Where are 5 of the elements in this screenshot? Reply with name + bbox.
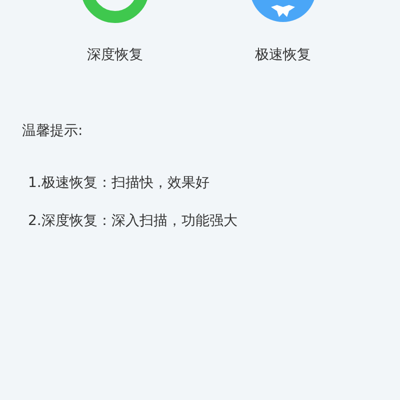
tip-text: 2.深度恢复：深入扫描，功能强大 — [28, 212, 238, 231]
tip-text: 1.极速恢复：扫描快，效果好 — [28, 174, 210, 193]
mode-label: 极速恢复 — [255, 46, 311, 65]
tips-title: 温馨提示: — [22, 122, 84, 141]
mode-label: 深度恢复 — [87, 46, 143, 65]
